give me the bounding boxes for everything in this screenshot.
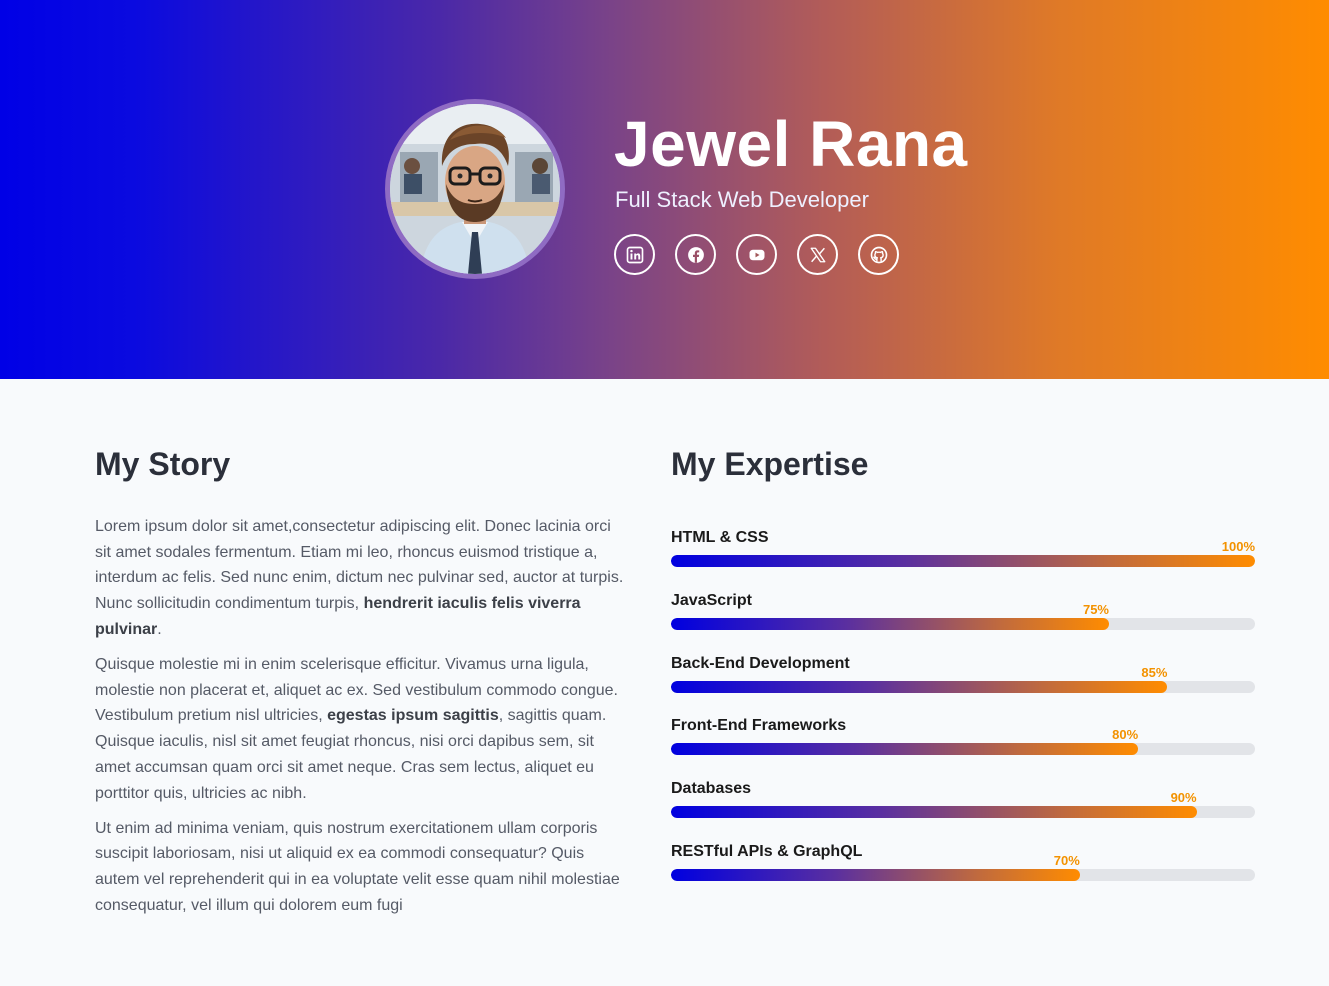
skill-progress-track: [671, 617, 1255, 630]
skill-progress-track: [671, 806, 1255, 819]
youtube-icon: [749, 249, 764, 260]
story-title: My Story: [95, 446, 231, 482]
profile-name: Jewel Rana: [614, 108, 968, 180]
skill-progress-track: [671, 680, 1255, 693]
skill-percent: 100%: [1221, 539, 1255, 554]
skill-percent: 75%: [1082, 601, 1109, 617]
avatar: [385, 99, 565, 279]
skill-item: HTML & CSS 100%: [671, 528, 1256, 591]
github-link[interactable]: [858, 234, 899, 275]
skill-percent: 90%: [1170, 790, 1197, 806]
skill-item: JavaScript 75%: [671, 591, 1256, 654]
story-text: Ut enim ad minima veniam, quis nostrum e…: [95, 819, 620, 914]
skill-progress-track: [671, 868, 1255, 881]
avatar-portrait-icon: [390, 104, 560, 274]
skill-progress-fill: [671, 555, 1255, 567]
x-twitter-icon: [810, 247, 825, 262]
story-paragraph: Quisque molestie mi in enim scelerisque …: [95, 652, 625, 806]
skill-progress-fill: [671, 806, 1197, 819]
profile-role: Full Stack Web Developer: [615, 187, 869, 212]
hero-header: Jewel Rana Full Stack Web Developer: [0, 0, 1329, 379]
skill-label: Front-End Frameworks: [671, 717, 847, 735]
skill-label: Back-End Development: [671, 654, 850, 672]
skill-label: JavaScript: [671, 591, 752, 609]
expertise-section: My Expertise HTML & CSS 100% JavaScript 75%…: [671, 444, 1256, 905]
skill-label: HTML & CSS: [671, 529, 769, 546]
story-paragraph: Lorem ipsum dolor sit amet,consectetur a…: [95, 514, 625, 643]
skill-label: RESTful APIs & GraphQL: [671, 842, 863, 860]
skill-progress-track: [671, 743, 1255, 756]
skill-percent: 80%: [1112, 727, 1139, 743]
x-twitter-link[interactable]: [797, 234, 838, 275]
linkedin-link[interactable]: [614, 234, 655, 275]
skill-progress-fill: [671, 617, 1109, 630]
story-body: Lorem ipsum dolor sit amet,consectetur a…: [95, 514, 625, 919]
facebook-icon: [687, 246, 704, 263]
story-section: My Story Lorem ipsum dolor sit amet,cons…: [95, 444, 625, 928]
github-icon: [870, 246, 887, 263]
skill-progress-fill: [671, 680, 1168, 693]
linkedin-icon: [626, 246, 643, 263]
facebook-link[interactable]: [675, 234, 716, 275]
social-links: [614, 234, 899, 275]
skill-progress-fill: [671, 743, 1139, 756]
skill-item: Databases 90%: [671, 779, 1256, 842]
skill-progress-track: [671, 555, 1255, 567]
skill-percent: 85%: [1141, 664, 1168, 680]
story-text: .: [157, 620, 162, 638]
skill-percent: 70%: [1053, 852, 1080, 868]
skill-label: Databases: [671, 780, 752, 798]
skill-item: RESTful APIs & GraphQL 70%: [671, 842, 1256, 905]
youtube-link[interactable]: [736, 234, 777, 275]
story-paragraph: Ut enim ad minima veniam, quis nostrum e…: [95, 816, 625, 919]
skill-item: Back-End Development 85%: [671, 654, 1256, 717]
skill-item: Front-End Frameworks 80%: [671, 716, 1256, 779]
skill-progress-fill: [671, 868, 1080, 881]
story-highlight: egestas ipsum sagittis: [327, 707, 499, 725]
expertise-title: My Expertise: [671, 446, 869, 482]
skills-list: HTML & CSS 100% JavaScript 75% Back-End Deve…: [671, 528, 1256, 905]
